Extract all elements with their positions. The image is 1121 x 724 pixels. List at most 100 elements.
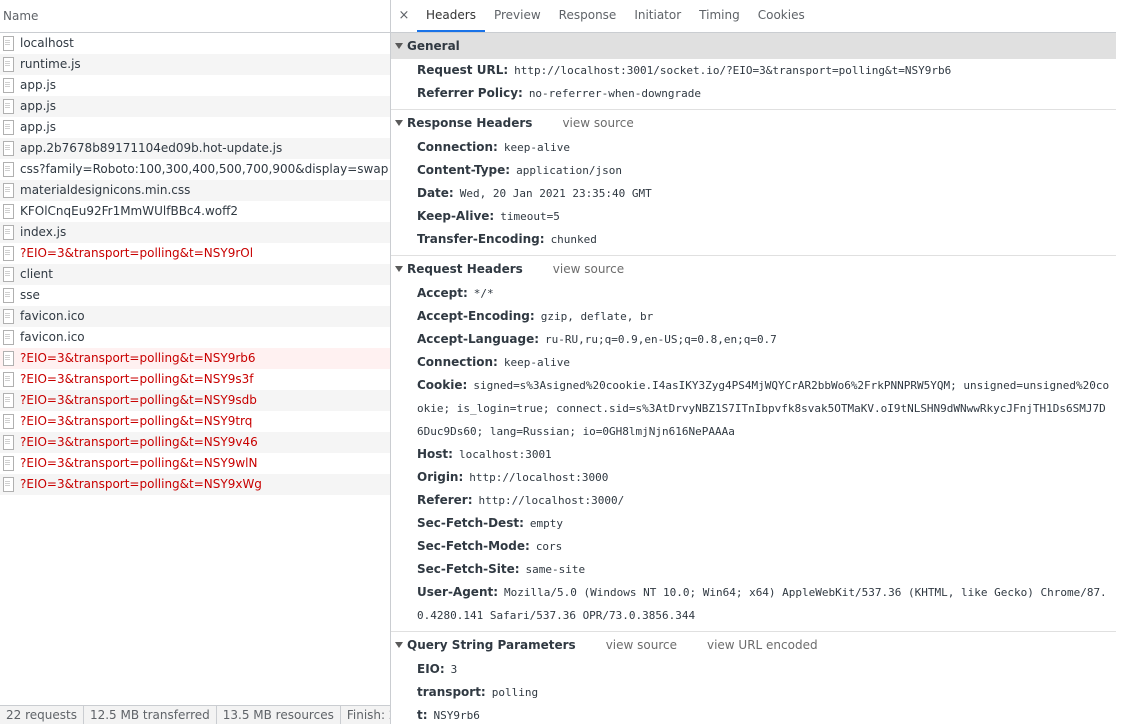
request-row[interactable]: index.js xyxy=(0,222,390,243)
file-icon xyxy=(3,288,14,303)
header-row: Origin: http://localhost:3000 xyxy=(391,466,1116,489)
request-name: materialdesignicons.min.css xyxy=(20,183,191,197)
tab-preview[interactable]: Preview xyxy=(485,0,550,32)
request-row[interactable]: materialdesignicons.min.css xyxy=(0,180,390,201)
request-row[interactable]: ?EIO=3&transport=polling&t=NSY9v46 xyxy=(0,432,390,453)
header-key: Keep-Alive: xyxy=(417,209,495,223)
request-row[interactable]: favicon.ico xyxy=(0,327,390,348)
file-icon xyxy=(3,414,14,429)
request-name: sse xyxy=(20,288,40,302)
close-icon[interactable]: × xyxy=(391,0,417,32)
tab-response[interactable]: Response xyxy=(550,0,626,32)
request-list: localhost runtime.js app.js app.js app.js app… xyxy=(0,33,390,495)
header-value: signed=s%3Asigned%20cookie.I4asIKY3Zyg4P… xyxy=(417,379,1110,438)
request-name: favicon.ico xyxy=(20,309,85,323)
header-value: keep-alive xyxy=(503,356,571,369)
collapse-triangle-icon xyxy=(395,120,403,126)
header-value: chunked xyxy=(550,233,597,246)
query-params-header[interactable]: Query String Parameters view source view… xyxy=(391,632,1116,658)
header-key: Connection: xyxy=(417,355,498,369)
header-value: Wed, 20 Jan 2021 23:35:40 GMT xyxy=(459,187,652,200)
view-source-link[interactable]: view source xyxy=(562,110,633,136)
file-icon xyxy=(3,330,14,345)
general-rows: Request URL: http://localhost:3001/socket… xyxy=(391,59,1116,105)
query-params-section: Query String Parameters view source view… xyxy=(391,632,1116,724)
request-headers-header[interactable]: Request Headers view source xyxy=(391,256,1116,282)
request-row[interactable]: favicon.ico xyxy=(0,306,390,327)
header-row: Referrer Policy: no-referrer-when-downgra… xyxy=(391,82,1116,105)
request-row[interactable]: ?EIO=3&transport=polling&t=NSY9xWg xyxy=(0,474,390,495)
header-row: Keep-Alive: timeout=5 xyxy=(391,205,1116,228)
request-row[interactable]: runtime.js xyxy=(0,54,390,75)
file-icon xyxy=(3,120,14,135)
file-icon xyxy=(3,36,14,51)
view-url-encoded-link[interactable]: view URL encoded xyxy=(707,632,818,658)
request-name: KFOlCnqEu92Fr1MmWUlfBBc4.woff2 xyxy=(20,204,239,218)
section-title: Query String Parameters xyxy=(407,638,576,652)
header-key: Connection: xyxy=(417,140,498,154)
tab-timing[interactable]: Timing xyxy=(690,0,749,32)
request-row[interactable]: ?EIO=3&transport=polling&t=NSY9trq xyxy=(0,411,390,432)
query-param-rows: EIO: 3 transport: polling t: NSY9rb6 xyxy=(391,658,1116,724)
request-row[interactable]: app.js xyxy=(0,117,390,138)
header-key: Referrer Policy: xyxy=(417,86,523,100)
view-source-link[interactable]: view source xyxy=(553,256,624,282)
header-row: t: NSY9rb6 xyxy=(391,704,1116,724)
header-row: Sec-Fetch-Site: same-site xyxy=(391,558,1116,581)
name-column-header[interactable]: Name xyxy=(0,0,390,33)
request-name: app.2b7678b89171104ed09b.hot-update.js xyxy=(20,141,283,155)
header-key: t: xyxy=(417,708,428,722)
request-row[interactable]: app.js xyxy=(0,75,390,96)
request-row[interactable]: KFOlCnqEu92Fr1MmWUlfBBc4.woff2 xyxy=(0,201,390,222)
response-headers-header[interactable]: Response Headers view source xyxy=(391,110,1116,136)
request-row[interactable]: app.2b7678b89171104ed09b.hot-update.js xyxy=(0,138,390,159)
header-key: Accept-Encoding: xyxy=(417,309,535,323)
request-row[interactable]: ?EIO=3&transport=polling&t=NSY9rOl xyxy=(0,243,390,264)
header-row: Accept-Encoding: gzip, deflate, br xyxy=(391,305,1116,328)
header-key: Sec-Fetch-Mode: xyxy=(417,539,530,553)
file-icon xyxy=(3,393,14,408)
request-row[interactable]: sse xyxy=(0,285,390,306)
header-row: User-Agent: Mozilla/5.0 (Windows NT 10.0;… xyxy=(391,581,1116,627)
request-row[interactable]: app.js xyxy=(0,96,390,117)
file-icon xyxy=(3,246,14,261)
file-icon xyxy=(3,204,14,219)
request-row[interactable]: localhost xyxy=(0,33,390,54)
request-name: ?EIO=3&transport=polling&t=NSY9wlN xyxy=(20,456,258,470)
request-name: app.js xyxy=(20,120,56,134)
tab-cookies[interactable]: Cookies xyxy=(749,0,814,32)
request-row[interactable]: ?EIO=3&transport=polling&t=NSY9s3f xyxy=(0,369,390,390)
collapse-triangle-icon xyxy=(395,642,403,648)
view-source-link[interactable]: view source xyxy=(606,632,677,658)
header-row: Sec-Fetch-Dest: empty xyxy=(391,512,1116,535)
request-name: client xyxy=(20,267,53,281)
header-value: empty xyxy=(529,517,563,530)
collapse-triangle-icon xyxy=(395,43,403,49)
header-key: Origin: xyxy=(417,470,464,484)
network-summary-bar: 22 requests 12.5 MB transferred 13.5 MB re… xyxy=(0,705,390,724)
request-list-panel: Name localhost runtime.js app.js app.js app.… xyxy=(0,0,391,724)
header-row: Content-Type: application/json xyxy=(391,159,1116,182)
file-icon xyxy=(3,477,14,492)
request-row[interactable]: ?EIO=3&transport=polling&t=NSY9wlN xyxy=(0,453,390,474)
header-value: localhost:3001 xyxy=(458,448,552,461)
header-value: NSY9rb6 xyxy=(433,709,480,722)
request-row[interactable]: ?EIO=3&transport=polling&t=NSY9rb6 xyxy=(0,348,390,369)
header-key: Request URL: xyxy=(417,63,509,77)
request-name: ?EIO=3&transport=polling&t=NSY9rOl xyxy=(20,246,254,260)
section-title: Response Headers xyxy=(407,116,533,130)
tab-headers[interactable]: Headers xyxy=(417,0,485,32)
request-row[interactable]: css?family=Roboto:100,300,400,500,700,90… xyxy=(0,159,390,180)
general-section-header[interactable]: General xyxy=(391,33,1116,59)
file-icon xyxy=(3,351,14,366)
tab-initiator[interactable]: Initiator xyxy=(625,0,690,32)
request-row[interactable]: ?EIO=3&transport=polling&t=NSY9sdb xyxy=(0,390,390,411)
header-row: Transfer-Encoding: chunked xyxy=(391,228,1116,251)
request-row[interactable]: client xyxy=(0,264,390,285)
header-key: Accept-Language: xyxy=(417,332,540,346)
header-key: Transfer-Encoding: xyxy=(417,232,545,246)
header-value: cors xyxy=(535,540,563,553)
header-row: Accept-Language: ru-RU,ru;q=0.9,en-US;q=0… xyxy=(391,328,1116,351)
header-key: Accept: xyxy=(417,286,468,300)
request-name: app.js xyxy=(20,99,56,113)
